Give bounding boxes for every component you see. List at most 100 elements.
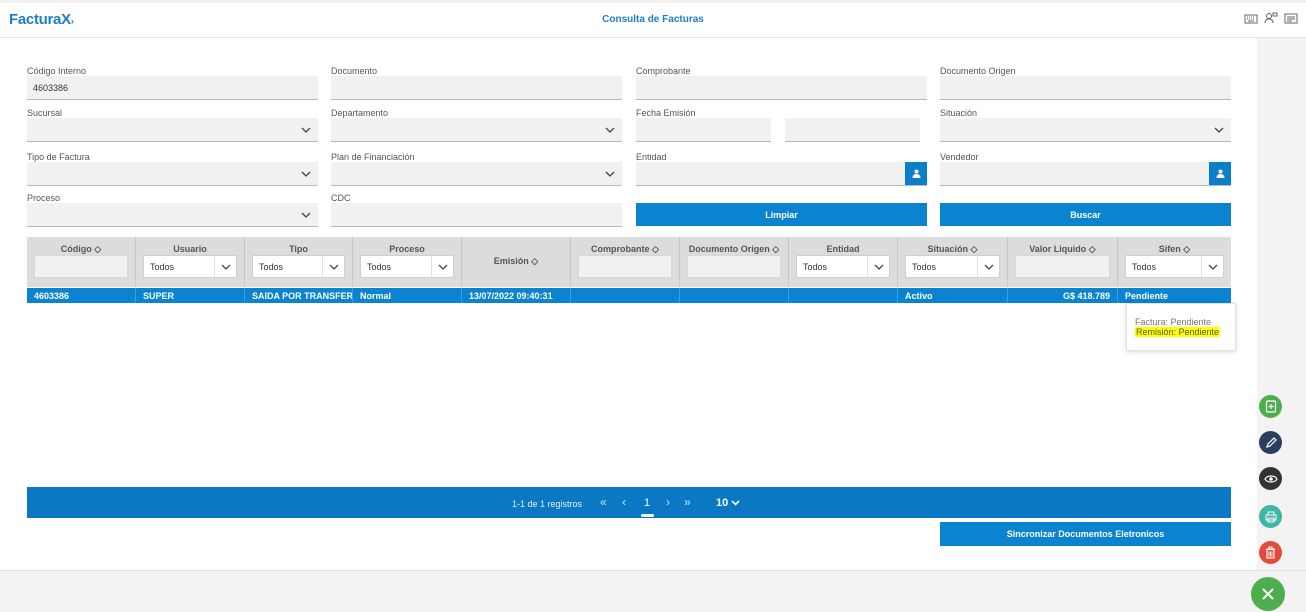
proceso-select[interactable] [27, 203, 318, 227]
chevron-down-icon[interactable] [294, 203, 318, 227]
chevron-down-icon[interactable] [598, 162, 622, 186]
situacion-filter-select[interactable]: Todos [905, 255, 1000, 278]
col-documento-origen[interactable]: Documento Origen ◇ [680, 237, 789, 287]
documento-label: Documento [331, 66, 378, 76]
entidad-filter-select[interactable]: Todos [796, 255, 890, 278]
cell-usuario: SUPER [136, 288, 245, 303]
chevron-down-icon[interactable] [1201, 256, 1223, 277]
col-emision-title[interactable]: Emisión ◇ [462, 256, 570, 267]
comprobante-field[interactable] [636, 76, 927, 100]
col-comprobante[interactable]: Comprobante ◇ [571, 237, 680, 287]
tooltip-remision-status: Remisión: Pendiente [1135, 327, 1221, 337]
records-info: 1-1 de 1 registros [512, 499, 583, 509]
col-tipo: Tipo Todos [245, 237, 353, 287]
proceso-filter-select[interactable]: Todos [360, 255, 454, 278]
plan-financiacion-select[interactable] [331, 162, 622, 186]
situacion-select[interactable] [940, 118, 1231, 142]
cell-emision: 13/07/2022 09:40:31 [462, 288, 571, 303]
col-emision[interactable]: Emisión ◇ [462, 237, 571, 287]
col-codigo[interactable]: Código ◇ [27, 237, 136, 287]
col-comprobante-title[interactable]: Comprobante ◇ [571, 244, 679, 255]
sifen-filter-select[interactable]: Todos [1125, 255, 1224, 278]
col-situacion[interactable]: Situación ◇ Todos [898, 237, 1008, 287]
departamento-label: Departamento [331, 108, 389, 118]
limpiar-button[interactable]: Limpiar [636, 203, 927, 226]
col-valor-liquido[interactable]: Valor Liquido ◇ [1008, 237, 1118, 287]
documento-field[interactable] [331, 76, 622, 100]
col-tipo-title: Tipo [289, 244, 308, 254]
codigo-filter-input[interactable] [34, 255, 128, 278]
col-entidad-title: Entidad [826, 244, 860, 254]
chevron-down-icon[interactable] [294, 162, 318, 186]
cell-sifen[interactable]: Pendiente [1118, 288, 1231, 303]
sincronizar-button[interactable]: Sincronizar Documentos Eletronicos [940, 522, 1231, 546]
fecha-emision-hasta[interactable] [785, 118, 920, 142]
comprobante-filter-input[interactable] [578, 255, 672, 278]
cell-tipo: SAIDA POR TRANSFERENCIA [245, 288, 353, 303]
buscar-button[interactable]: Buscar [940, 203, 1231, 226]
right-rail [1257, 38, 1306, 570]
keyboard-icon[interactable] [1244, 11, 1258, 25]
id-card-icon[interactable] [1284, 11, 1298, 25]
top-border [0, 0, 1306, 3]
last-page-icon[interactable]: » [684, 495, 691, 509]
table-row[interactable]: 4603386 SUPER SAIDA POR TRANSFERENCIA No… [27, 288, 1231, 303]
add-document-icon[interactable] [1259, 395, 1282, 418]
users-settings-icon[interactable] [1264, 11, 1278, 25]
documento-origen-filter-input[interactable] [687, 255, 781, 278]
page-title: Consulta de Facturas [602, 14, 704, 25]
fecha-emision-desde[interactable] [636, 118, 771, 142]
cdc-field[interactable] [331, 203, 622, 227]
next-page-icon[interactable]: › [666, 495, 670, 509]
plan-financiacion-label: Plan de Financiación [331, 152, 415, 162]
chevron-down-icon[interactable] [977, 256, 999, 277]
tipo-factura-label: Tipo de Factura [27, 152, 90, 162]
col-situacion-title[interactable]: Situación ◇ [898, 244, 1007, 255]
col-valor-liquido-title[interactable]: Valor Liquido ◇ [1008, 244, 1117, 255]
user-search-icon[interactable] [905, 162, 927, 185]
delete-trash-icon[interactable] [1259, 541, 1282, 564]
col-codigo-title[interactable]: Código ◇ [27, 244, 135, 255]
col-documento-origen-title[interactable]: Documento Origen ◇ [680, 244, 788, 255]
chevron-down-icon[interactable] [294, 118, 318, 142]
tipo-filter-select[interactable]: Todos [252, 255, 345, 278]
documento-origen-field[interactable] [940, 76, 1231, 100]
fecha-emision-label: Fecha Emisión [636, 108, 696, 118]
chevron-down-icon[interactable] [214, 256, 236, 277]
col-sifen[interactable]: Sifen ◇ Todos [1118, 237, 1231, 287]
view-eye-icon[interactable] [1259, 467, 1282, 490]
tipo-factura-select[interactable] [27, 162, 318, 186]
edit-pencil-icon[interactable] [1259, 431, 1282, 454]
entidad-field[interactable] [636, 162, 927, 186]
sucursal-select[interactable] [27, 118, 318, 142]
valor-liquido-filter-input[interactable] [1015, 255, 1110, 278]
bottom-strip [0, 570, 1306, 612]
page-size-select[interactable]: 10 [716, 497, 740, 509]
cell-entidad [789, 288, 898, 303]
codigo-interno-field[interactable]: 4603386 [27, 76, 318, 100]
usuario-filter-select[interactable]: Todos [143, 255, 237, 278]
current-page[interactable]: 1 [644, 497, 650, 509]
prev-page-icon[interactable]: ‹ [622, 495, 626, 509]
chevron-down-icon[interactable] [431, 256, 453, 277]
col-sifen-title[interactable]: Sifen ◇ [1118, 244, 1231, 255]
user-search-icon[interactable] [1209, 162, 1231, 185]
print-icon[interactable] [1259, 505, 1282, 528]
cell-comprobante [571, 288, 680, 303]
first-page-icon[interactable]: « [600, 495, 607, 509]
chevron-down-icon[interactable] [1207, 118, 1231, 142]
vendedor-field[interactable] [940, 162, 1231, 186]
col-usuario: Usuario Todos [136, 237, 245, 287]
vendedor-label: Vendedor [940, 152, 979, 162]
chevron-down-icon[interactable] [598, 118, 622, 142]
chevron-down-icon[interactable] [322, 256, 344, 277]
sucursal-label: Sucursal [27, 108, 63, 118]
cdc-label: CDC [331, 193, 351, 203]
close-icon[interactable] [1251, 577, 1285, 611]
departamento-select[interactable] [331, 118, 622, 142]
entidad-label: Entidad [636, 152, 667, 162]
col-entidad: Entidad Todos [789, 237, 898, 287]
cell-proceso: Normal [353, 288, 462, 303]
chevron-down-icon[interactable] [867, 256, 889, 277]
pagination-bar: 1-1 de 1 registros « ‹ 1 › » 10 [27, 487, 1231, 518]
